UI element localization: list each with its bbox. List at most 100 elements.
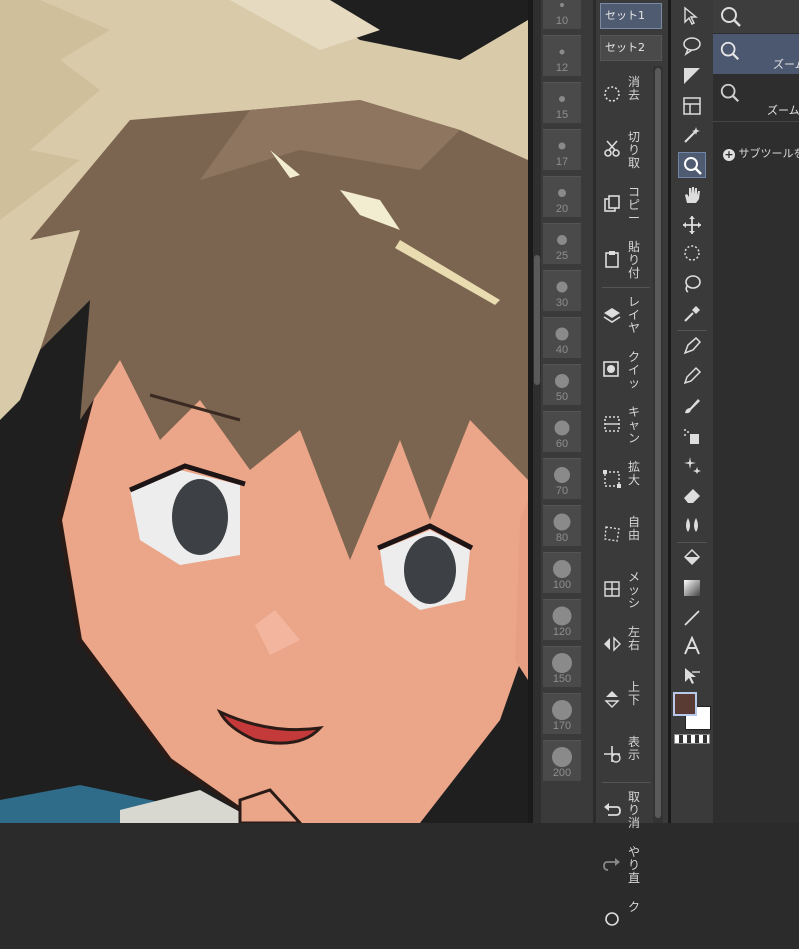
brush-size-preview: [556, 328, 569, 341]
command-bar-scroll-thumb[interactable]: [655, 68, 661, 818]
fill-icon: [682, 548, 702, 568]
brush-size-option[interactable]: 120: [543, 599, 581, 640]
airbrush-icon: [682, 426, 702, 446]
command-canvas-button[interactable]: キャン: [600, 400, 652, 454]
tool-correct-line[interactable]: [678, 663, 706, 689]
tool-move[interactable]: [678, 212, 706, 238]
brush-size-option[interactable]: 80: [543, 505, 581, 546]
transparent-color-swatch[interactable]: [674, 734, 710, 744]
command-quick-mask-button[interactable]: クイッ: [600, 345, 652, 399]
brush-size-option[interactable]: 70: [543, 458, 581, 499]
tool-frame-border[interactable]: [678, 63, 706, 89]
quick-mask-icon: [602, 359, 622, 379]
brush-size-option[interactable]: 25: [543, 223, 581, 264]
command-label: ク: [628, 901, 648, 914]
brush-size-option[interactable]: 60: [543, 411, 581, 452]
plus-circle-icon: +: [723, 149, 735, 161]
zoom-icon: [683, 156, 703, 176]
command-label: 自由: [628, 516, 648, 542]
ruler-icon: [682, 96, 702, 116]
command-scale-button[interactable]: 拡大: [600, 455, 652, 509]
brush-size-label: 80: [543, 532, 581, 544]
tool-eraser[interactable]: [678, 482, 706, 508]
brush-size-option[interactable]: 15: [543, 82, 581, 123]
sub-tool-label: ズーム: [773, 56, 799, 72]
brush-size-scroll-thumb[interactable]: [534, 255, 540, 385]
tool-brush[interactable]: [678, 393, 706, 419]
brush-size-option[interactable]: 100: [543, 552, 581, 593]
brush-size-option[interactable]: 200: [543, 740, 581, 781]
cut-icon: [602, 139, 622, 159]
command-cut-button[interactable]: 切り取: [600, 125, 652, 179]
tool-auto-select[interactable]: [678, 122, 706, 148]
tool-gradient[interactable]: [678, 575, 706, 601]
blend-icon: [682, 515, 702, 535]
tool-lasso-select[interactable]: [678, 241, 706, 267]
command-label: 拡大: [628, 461, 648, 487]
command-redo-button[interactable]: やり直: [600, 840, 652, 894]
tool-hand[interactable]: [678, 182, 706, 208]
command-label: やり直: [628, 846, 648, 885]
set-tab-1[interactable]: セット1: [600, 3, 662, 29]
tool-blend[interactable]: [678, 512, 706, 538]
tool-decoration[interactable]: [678, 452, 706, 478]
command-free-transform-button[interactable]: 自由: [600, 510, 652, 564]
brush-size-option[interactable]: 150: [543, 646, 581, 687]
command-mesh-transform-button[interactable]: メッシ: [600, 565, 652, 619]
tool-zoom[interactable]: [678, 152, 706, 178]
auto-select-icon: [682, 125, 702, 145]
command-paste-button[interactable]: 貼り付: [600, 235, 652, 289]
lasso-icon: [682, 274, 702, 294]
main-color-swatch[interactable]: [673, 692, 697, 716]
tool-object-select[interactable]: [678, 3, 706, 29]
brush-size-preview: [552, 747, 572, 767]
command-quick-access-button[interactable]: ク: [600, 895, 652, 949]
tool-eyedropper[interactable]: [678, 301, 706, 327]
sub-tool-item-zoom-in[interactable]: ズーム: [713, 34, 799, 74]
add-sub-tool-button[interactable]: + サブツールを追加: [723, 145, 799, 161]
new-layer-icon: [602, 304, 622, 324]
tool-pen[interactable]: [678, 333, 706, 359]
brush-size-option[interactable]: 170: [543, 693, 581, 734]
brush-size-option[interactable]: 20: [543, 176, 581, 217]
command-flip-horizontal-button[interactable]: 左右: [600, 620, 652, 674]
brush-size-preview: [559, 96, 565, 102]
command-flip-vertical-button[interactable]: 上下: [600, 675, 652, 729]
flip-vertical-icon: [602, 689, 622, 709]
line-icon: [682, 608, 702, 628]
brush-size-option[interactable]: 40: [543, 317, 581, 358]
brush-size-preview: [553, 560, 571, 578]
brush-size-option[interactable]: 10: [543, 0, 581, 29]
command-copy-button[interactable]: コピー: [600, 180, 652, 234]
brush-size-option[interactable]: 17: [543, 129, 581, 170]
command-show-area-button[interactable]: 表示: [600, 730, 652, 784]
tool-airbrush[interactable]: [678, 423, 706, 449]
zoom-icon: [719, 5, 743, 29]
tool-text[interactable]: [678, 633, 706, 659]
brush-size-label: 50: [543, 391, 581, 403]
tool-fill[interactable]: [678, 545, 706, 571]
command-undo-button[interactable]: 取り消: [600, 785, 652, 839]
brush-size-option[interactable]: 50: [543, 364, 581, 405]
tool-lasso[interactable]: [678, 271, 706, 297]
tool-line[interactable]: [678, 605, 706, 631]
brush-size-option[interactable]: 30: [543, 270, 581, 311]
brush-size-option[interactable]: 12: [543, 35, 581, 76]
sub-tool-item-zoom-out[interactable]: ズーム: [713, 78, 799, 118]
set-tab-2[interactable]: セット2: [600, 35, 662, 61]
canvas[interactable]: [0, 0, 528, 823]
scale-icon: [602, 469, 622, 489]
brush-size-preview: [560, 50, 565, 55]
brush-size-preview: [558, 189, 566, 197]
correct-line-icon: [682, 666, 702, 686]
command-bar-scrollbar[interactable]: [653, 66, 663, 823]
command-label: 上下: [628, 681, 648, 707]
brush-size-preview: [555, 421, 570, 436]
canvas-icon: [602, 414, 622, 434]
tool-speech-balloon[interactable]: [678, 33, 706, 59]
tool-ruler[interactable]: [678, 93, 706, 119]
command-clear-button[interactable]: 消去: [600, 70, 652, 124]
brush-size-scrollbar[interactable]: [533, 0, 541, 823]
tool-pencil[interactable]: [678, 363, 706, 389]
command-new-layer-button[interactable]: レイヤ: [600, 290, 652, 344]
